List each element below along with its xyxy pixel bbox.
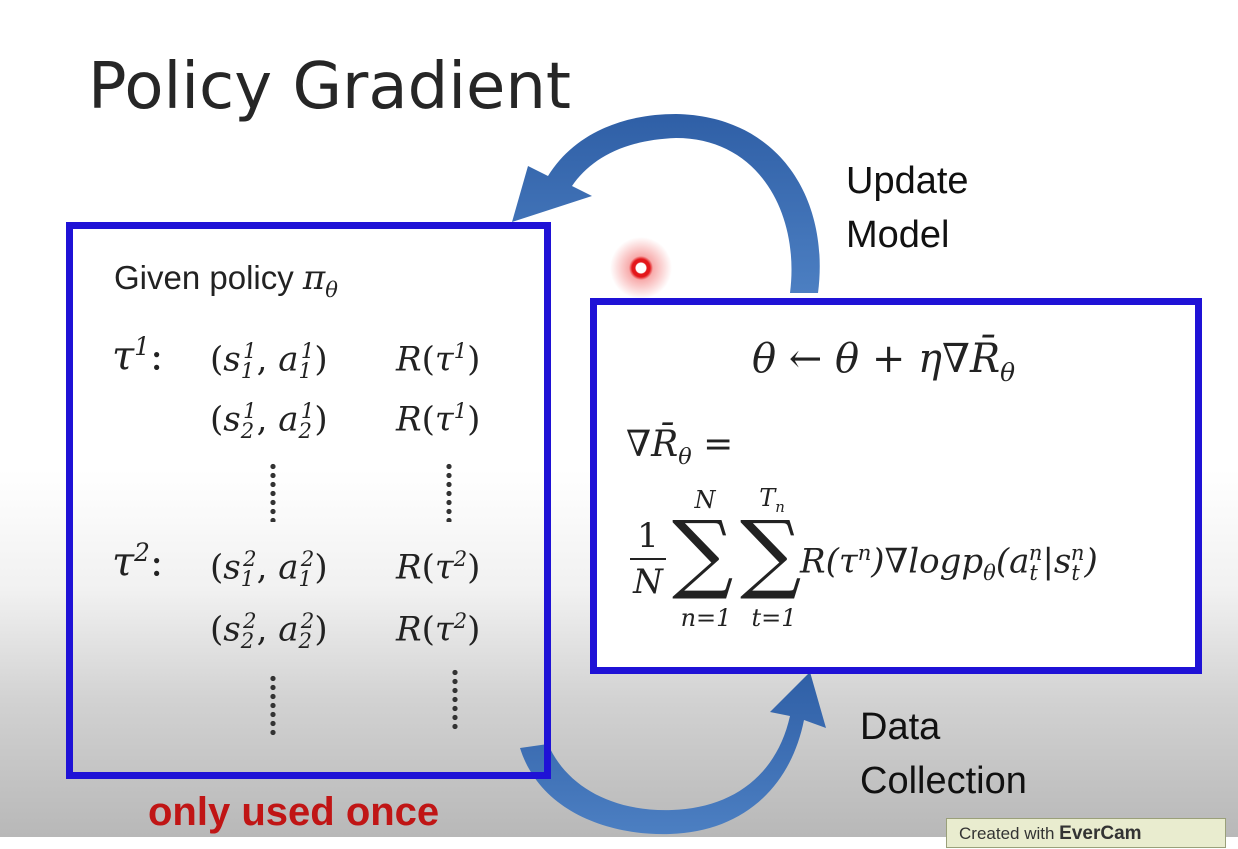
evercam-watermark: Created with EverCam <box>946 818 1226 848</box>
only-used-once-note: only used once <box>148 790 440 834</box>
vertical-ellipsis <box>452 668 458 730</box>
parameter-update-rule: θ ← θ + η∇R̄θ <box>752 336 1015 387</box>
s-sup: 1 <box>243 398 257 423</box>
reward-term: R(τ1) <box>396 398 481 440</box>
watermark-prefix: Created with <box>959 824 1060 843</box>
summand-action: (a <box>995 541 1030 582</box>
sum-t-lower: t=1 <box>751 604 797 632</box>
given-policy-label: Given policy πθ <box>114 258 338 302</box>
reward-term: R(τ1) <box>396 338 481 380</box>
sum-n-upper: N <box>694 486 716 514</box>
sum-symbol-t: ∑ <box>740 503 802 603</box>
data-collection-arrow <box>520 672 826 835</box>
summand-log: )∇logp <box>871 541 984 582</box>
fraction-denominator: N <box>633 562 663 602</box>
gradient-definition-lhs: ∇R̄θ = <box>626 424 733 470</box>
a-sup: 1 <box>300 338 315 363</box>
a-sup: 2 <box>300 608 315 633</box>
trajectory-box <box>66 222 551 779</box>
s-sup: 1 <box>243 338 257 363</box>
state-action-pair: (s21, a21) <box>210 398 328 444</box>
equals-sign: = <box>703 424 734 465</box>
a-sup: 2 <box>300 546 315 571</box>
gradient-sub: θ <box>678 444 692 471</box>
reward-sup: 1 <box>453 338 468 363</box>
policy-theta: θ <box>325 276 338 302</box>
state-action-pair: (s12, a12) <box>210 546 328 592</box>
update-model-line2: Model <box>846 214 950 256</box>
action-sup: n <box>1028 540 1043 565</box>
s-sup: 2 <box>243 546 257 571</box>
sum-t-upper-t: T <box>759 484 776 512</box>
summand-expression: R(τn)∇logpθ(atn|stn) <box>800 540 1098 585</box>
gradient-symbol: ∇R̄ <box>626 424 679 465</box>
tau-index: 1 <box>134 332 150 361</box>
vertical-ellipsis <box>270 462 276 522</box>
summand-close: ) <box>1084 541 1098 582</box>
one-over-n-fraction: 1 N <box>630 516 666 602</box>
laser-pointer-dot <box>610 237 672 299</box>
s-sup: 2 <box>243 608 257 633</box>
fraction-bar <box>630 558 666 560</box>
policy-symbol: πθ <box>302 258 338 302</box>
update-model-label: Update Model <box>846 154 969 262</box>
summand-reward-sup: n <box>857 540 872 565</box>
state-action-pair: (s11, a11) <box>210 338 328 384</box>
watermark-brand: EverCam <box>1059 823 1142 844</box>
fraction-numerator: 1 <box>637 516 659 556</box>
vertical-ellipsis <box>446 462 452 522</box>
tau-2-label: τ2: <box>112 538 164 586</box>
reward-sup: 2 <box>453 608 468 633</box>
given-text: Given policy <box>114 259 303 296</box>
reward-sup: 2 <box>453 546 468 571</box>
tau-symbol: τ <box>112 539 135 586</box>
summand-state: |s <box>1042 541 1072 582</box>
data-collection-line2: Collection <box>860 760 1027 802</box>
policy-pi: π <box>302 258 326 298</box>
data-collection-line1: Data <box>860 706 941 748</box>
tau-index: 2 <box>134 538 150 567</box>
summand-reward: R(τ <box>800 541 858 582</box>
data-collection-label: Data Collection <box>860 700 1027 808</box>
update-model-line1: Update <box>846 160 969 202</box>
sum-t-upper-sub: n <box>775 497 785 516</box>
vertical-ellipsis <box>270 674 276 736</box>
reward-term: R(τ2) <box>396 546 481 588</box>
reward-sup: 1 <box>453 398 468 423</box>
a-sup: 1 <box>300 398 315 423</box>
reward-term: R(τ2) <box>396 608 481 650</box>
tau-symbol: τ <box>112 333 135 380</box>
state-action-pair: (s22, a22) <box>210 608 328 654</box>
update-rule-text: θ ← θ + η∇R̄ <box>752 336 1001 382</box>
sum-t-upper: Tn <box>752 484 792 516</box>
tau-1-label: τ1: <box>112 332 164 380</box>
update-rule-sub: θ <box>1000 358 1016 387</box>
summand-log-sub: θ <box>983 560 996 586</box>
sum-symbol-n: ∑ <box>672 503 734 603</box>
state-sup: n <box>1070 540 1085 565</box>
